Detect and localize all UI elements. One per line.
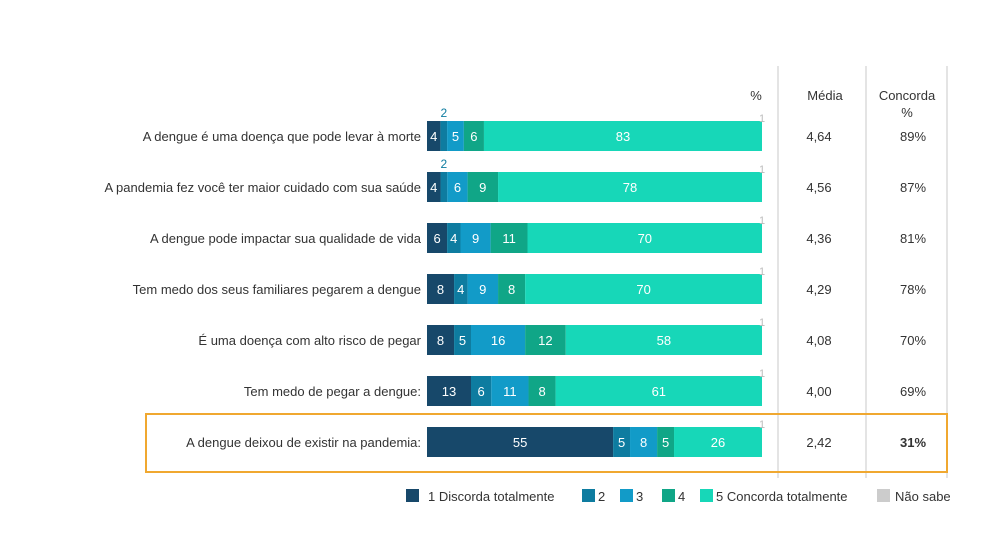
category-label: Tem medo dos seus familiares pegarem a d… xyxy=(133,282,421,297)
nao-sabe-value: 1 xyxy=(759,317,765,329)
concorda-value: 87% xyxy=(900,180,926,195)
bar-value-label: 9 xyxy=(479,180,486,195)
bar-value-label: 16 xyxy=(491,333,505,348)
bar-value-label: 4 xyxy=(450,231,457,246)
bar-value-label: 6 xyxy=(477,384,484,399)
legend-label: 4 xyxy=(678,489,685,504)
bar-value-label: 5 xyxy=(459,333,466,348)
nao-sabe-value: 1 xyxy=(759,215,765,227)
media-value: 4,29 xyxy=(806,282,831,297)
bar-value-label: 5 xyxy=(452,129,459,144)
stacked-bar-chart: A dengue é uma doença que pode levar à m… xyxy=(104,66,951,504)
bar-value-label: 2 xyxy=(440,106,447,120)
chart-stage: % Média Concorda % A dengue é uma doença… xyxy=(0,0,1008,546)
bar-value-label: 9 xyxy=(472,231,479,246)
legend-label: 5 Concorda totalmente xyxy=(716,489,848,504)
nao-sabe-value: 1 xyxy=(759,113,765,125)
legend-swatch xyxy=(700,489,713,502)
bar-value-label: 8 xyxy=(437,282,444,297)
category-label: A dengue é uma doença que pode levar à m… xyxy=(143,129,421,144)
bar-value-label: 8 xyxy=(437,333,444,348)
bar-value-label: 4 xyxy=(430,180,437,195)
bar-value-label: 8 xyxy=(538,384,545,399)
legend-swatch xyxy=(406,489,419,502)
bar-value-label: 70 xyxy=(636,282,650,297)
media-value: 4,56 xyxy=(806,180,831,195)
legend-label: 2 xyxy=(598,489,605,504)
category-label: A dengue pode impactar sua qualidade de … xyxy=(150,231,422,246)
bar-value-label: 8 xyxy=(508,282,515,297)
concorda-value: 31% xyxy=(900,435,926,450)
legend-label: 1 Discorda totalmente xyxy=(428,489,554,504)
bar-value-label: 9 xyxy=(479,282,486,297)
media-value: 2,42 xyxy=(806,435,831,450)
media-value: 4,64 xyxy=(806,129,831,144)
bar-segment xyxy=(440,121,448,151)
legend-swatch xyxy=(620,489,633,502)
bar-value-label: 55 xyxy=(513,435,527,450)
category-label: A pandemia fez você ter maior cuidado co… xyxy=(104,180,421,195)
bar-segment xyxy=(440,172,448,202)
category-label: Tem medo de pegar a dengue: xyxy=(244,384,421,399)
legend-label: Não sabe xyxy=(895,489,951,504)
legend-swatch xyxy=(877,489,890,502)
bar-value-label: 8 xyxy=(640,435,647,450)
bar-value-label: 61 xyxy=(652,384,666,399)
bar-value-label: 5 xyxy=(662,435,669,450)
bar-value-label: 58 xyxy=(657,333,671,348)
concorda-value: 69% xyxy=(900,384,926,399)
nao-sabe-value: 1 xyxy=(759,419,765,431)
bar-value-label: 6 xyxy=(470,129,477,144)
bar-value-label: 11 xyxy=(503,384,517,399)
bar-value-label: 26 xyxy=(711,435,725,450)
media-value: 4,08 xyxy=(806,333,831,348)
bar-value-label: 4 xyxy=(430,129,437,144)
media-value: 4,36 xyxy=(806,231,831,246)
bar-value-label: 70 xyxy=(638,231,652,246)
legend-swatch xyxy=(582,489,595,502)
concorda-value: 78% xyxy=(900,282,926,297)
legend-swatch xyxy=(662,489,675,502)
bar-value-label: 6 xyxy=(433,231,440,246)
bar-value-label: 5 xyxy=(618,435,625,450)
bar-value-label: 4 xyxy=(457,282,464,297)
concorda-value: 70% xyxy=(900,333,926,348)
nao-sabe-value: 1 xyxy=(759,164,765,176)
bar-value-label: 78 xyxy=(623,180,637,195)
concorda-value: 89% xyxy=(900,129,926,144)
category-label: É uma doença com alto risco de pegar xyxy=(198,333,421,348)
legend-label: 3 xyxy=(636,489,643,504)
bar-value-label: 12 xyxy=(538,333,552,348)
bar-value-label: 6 xyxy=(454,180,461,195)
bar-value-label: 2 xyxy=(441,157,448,171)
bar-value-label: 13 xyxy=(442,384,456,399)
bar-value-label: 83 xyxy=(616,129,630,144)
concorda-value: 81% xyxy=(900,231,926,246)
nao-sabe-value: 1 xyxy=(759,266,765,278)
nao-sabe-value: 1 xyxy=(759,368,765,380)
bar-value-label: 11 xyxy=(502,231,516,246)
media-value: 4,00 xyxy=(806,384,831,399)
category-label: A dengue deixou de existir na pandemia: xyxy=(186,435,421,450)
